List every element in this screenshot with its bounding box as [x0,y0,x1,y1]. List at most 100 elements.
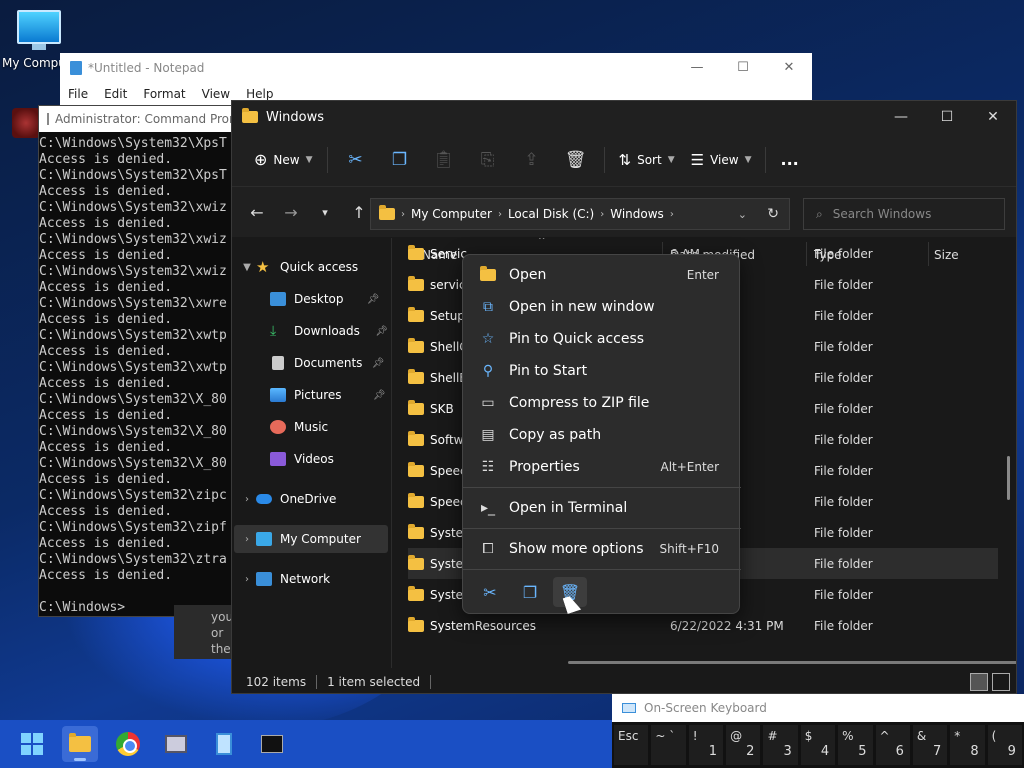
vertical-scrollbar[interactable] [1007,456,1010,500]
chevron-right-icon[interactable]: › [238,534,256,545]
nav-documents[interactable]: Documents 📌︎ [270,349,384,377]
pin-icon[interactable]: 📌︎ [373,390,386,401]
close-icon[interactable]: ✕ [970,101,1016,131]
minimize-icon[interactable]: — [674,53,720,83]
menu-show-more-options[interactable]: ⧠ Show more options Shift+F10 [469,534,735,564]
view-button[interactable]: ☰ View ▼ [683,144,760,176]
cmd-title: Administrator: Command Prompt [55,112,237,126]
delete-icon[interactable]: 🗑︎ [554,150,598,170]
osk-key[interactable]: Esc [614,725,649,765]
menu-open-new-window[interactable]: ⧉ Open in new window [469,292,735,322]
chevron-right-icon[interactable]: › [238,574,256,585]
menu-file[interactable]: File [68,87,88,101]
maximize-icon[interactable]: ☐ [720,53,766,83]
nav-downloads[interactable]: ⤓ Downloads 📌︎ [270,317,388,345]
breadcrumb-my-computer[interactable]: My Computer [411,207,492,221]
osk-titlebar[interactable]: On-Screen Keyboard [612,694,1024,722]
details-view-icon[interactable] [970,673,988,691]
osk-key[interactable]: (9 [987,725,1022,765]
refresh-icon[interactable]: ↻ [767,206,779,222]
menu-edit[interactable]: Edit [104,87,127,101]
taskbar-file-explorer[interactable] [62,726,98,762]
taskbar-cmd[interactable] [254,726,290,762]
cmd-line: C:\Windows\System32\XpsT [39,136,227,151]
folder-icon [408,368,424,384]
cut-icon[interactable]: ✂ [473,577,507,607]
pin-icon[interactable]: 📌︎ [367,294,380,305]
menu-copy-as-path[interactable]: ▤ Copy as path [469,420,735,450]
taskbar-chrome[interactable] [110,726,146,762]
copy-icon[interactable]: ❐ [513,577,547,607]
osk-key[interactable]: % 5 [838,725,873,765]
search-input[interactable]: ⌕ Search Windows [803,198,1005,230]
nav-quick-access[interactable]: ▼ ★ Quick access [238,253,358,281]
menu-view[interactable]: View [202,87,230,101]
breadcrumb-windows[interactable]: Windows [610,207,664,221]
nav-onedrive[interactable]: › OneDrive [238,485,336,513]
address-bar[interactable]: › My Computer › Local Disk (C:) › Window… [370,198,790,230]
file-row[interactable]: SystemResources 6/22/2022 4:31 PM File fol… [408,610,998,641]
close-icon[interactable]: ✕ [766,53,812,83]
share-icon[interactable]: ⇪ [510,150,554,170]
nav-my-computer[interactable]: › My Computer [238,525,361,553]
forward-arrow-icon[interactable]: → [274,203,308,222]
cmd-window[interactable]: Administrator: Command Prompt C:\Windows… [38,105,238,617]
pin-icon[interactable]: 📌︎ [372,358,385,369]
menu-open[interactable]: Open Enter [469,260,735,290]
maximize-icon[interactable]: ☐ [924,101,970,131]
more-button[interactable]: ... [772,144,806,176]
osk-key[interactable]: ~ ` [651,725,686,765]
minimize-icon[interactable]: — [878,101,924,131]
nav-network[interactable]: › Network [238,565,330,593]
menu-compress-zip[interactable]: ▭ Compress to ZIP file [469,388,735,418]
cut-icon[interactable]: ✂ [334,150,378,170]
taskbar-notepad[interactable] [206,726,242,762]
osk-key[interactable]: $4 [800,725,836,765]
breadcrumb-local-disk[interactable]: Local Disk (C:) [508,207,594,221]
notepad-icon [216,733,232,755]
notepad-window[interactable]: *Untitled - Notepad — ☐ ✕ File Edit Form… [60,53,812,105]
cmd-titlebar[interactable]: Administrator: Command Prompt [39,106,237,132]
start-button[interactable] [14,726,50,762]
copy-icon[interactable]: ❐ [378,150,422,170]
nav-music[interactable]: Music [270,413,328,441]
recent-chevron-icon[interactable]: ▾ [308,206,342,219]
osk-key[interactable]: & 7 [912,725,948,765]
osk-key[interactable]: @2 [726,725,761,765]
keyboard-icon [622,703,636,713]
rename-icon[interactable]: ⎘ [466,150,510,170]
menu-help[interactable]: Help [246,87,273,101]
menu-pin-quick-access[interactable]: ☆ Pin to Quick access [469,324,735,354]
nav-pictures[interactable]: Pictures 📌︎ [270,381,386,409]
background-window-text: you or the [174,605,234,659]
nav-desktop[interactable]: Desktop 📌︎ [270,285,380,313]
tiles-view-icon[interactable] [992,673,1010,691]
cmd-line: Access is denied. [39,376,173,391]
explorer-titlebar[interactable]: Windows — ☐ ✕ [232,101,1016,133]
notepad-titlebar[interactable]: *Untitled - Notepad — ☐ ✕ [60,53,812,83]
menu-pin-start[interactable]: ⚲ Pin to Start [469,356,735,386]
horizontal-scrollbar[interactable] [568,661,1016,664]
menu-properties[interactable]: ☷ Properties Alt+Enter [469,452,735,482]
osk-key[interactable]: #3 [763,725,798,765]
menu-format[interactable]: Format [143,87,185,101]
pin-icon[interactable]: 📌︎ [375,326,388,337]
nav-videos[interactable]: Videos [270,445,334,473]
osk-key[interactable]: ! 1 [688,725,724,765]
menu-open-terminal[interactable]: ▸_ Open in Terminal [469,493,735,523]
folder-icon [408,399,424,415]
chevron-down-icon: ▼ [744,154,752,165]
osk-key[interactable]: * 8 [950,725,985,765]
chevron-down-icon[interactable]: ▼ [238,262,256,273]
osk-key[interactable]: ^ 6 [875,725,910,765]
paste-icon[interactable]: 📋︎ [422,150,466,170]
chevron-right-icon[interactable]: › [238,494,256,505]
sort-button[interactable]: ⇅ Sort ▼ [611,144,683,176]
back-arrow-icon[interactable]: ← [240,203,274,222]
address-dropdown-icon[interactable]: ⌄ [738,208,747,221]
taskbar-network-app[interactable] [158,726,194,762]
cmd-output[interactable]: C:\Windows\System32\XpsT Access is denied… [39,132,237,618]
file-type: File folder [814,556,873,571]
new-button[interactable]: ⊕ New ▼ [246,144,321,176]
on-screen-keyboard[interactable]: On-Screen Keyboard Esc ~ `! 1 @2 #3 $4% 5 ^ 6 & 7 *… [612,694,1024,768]
